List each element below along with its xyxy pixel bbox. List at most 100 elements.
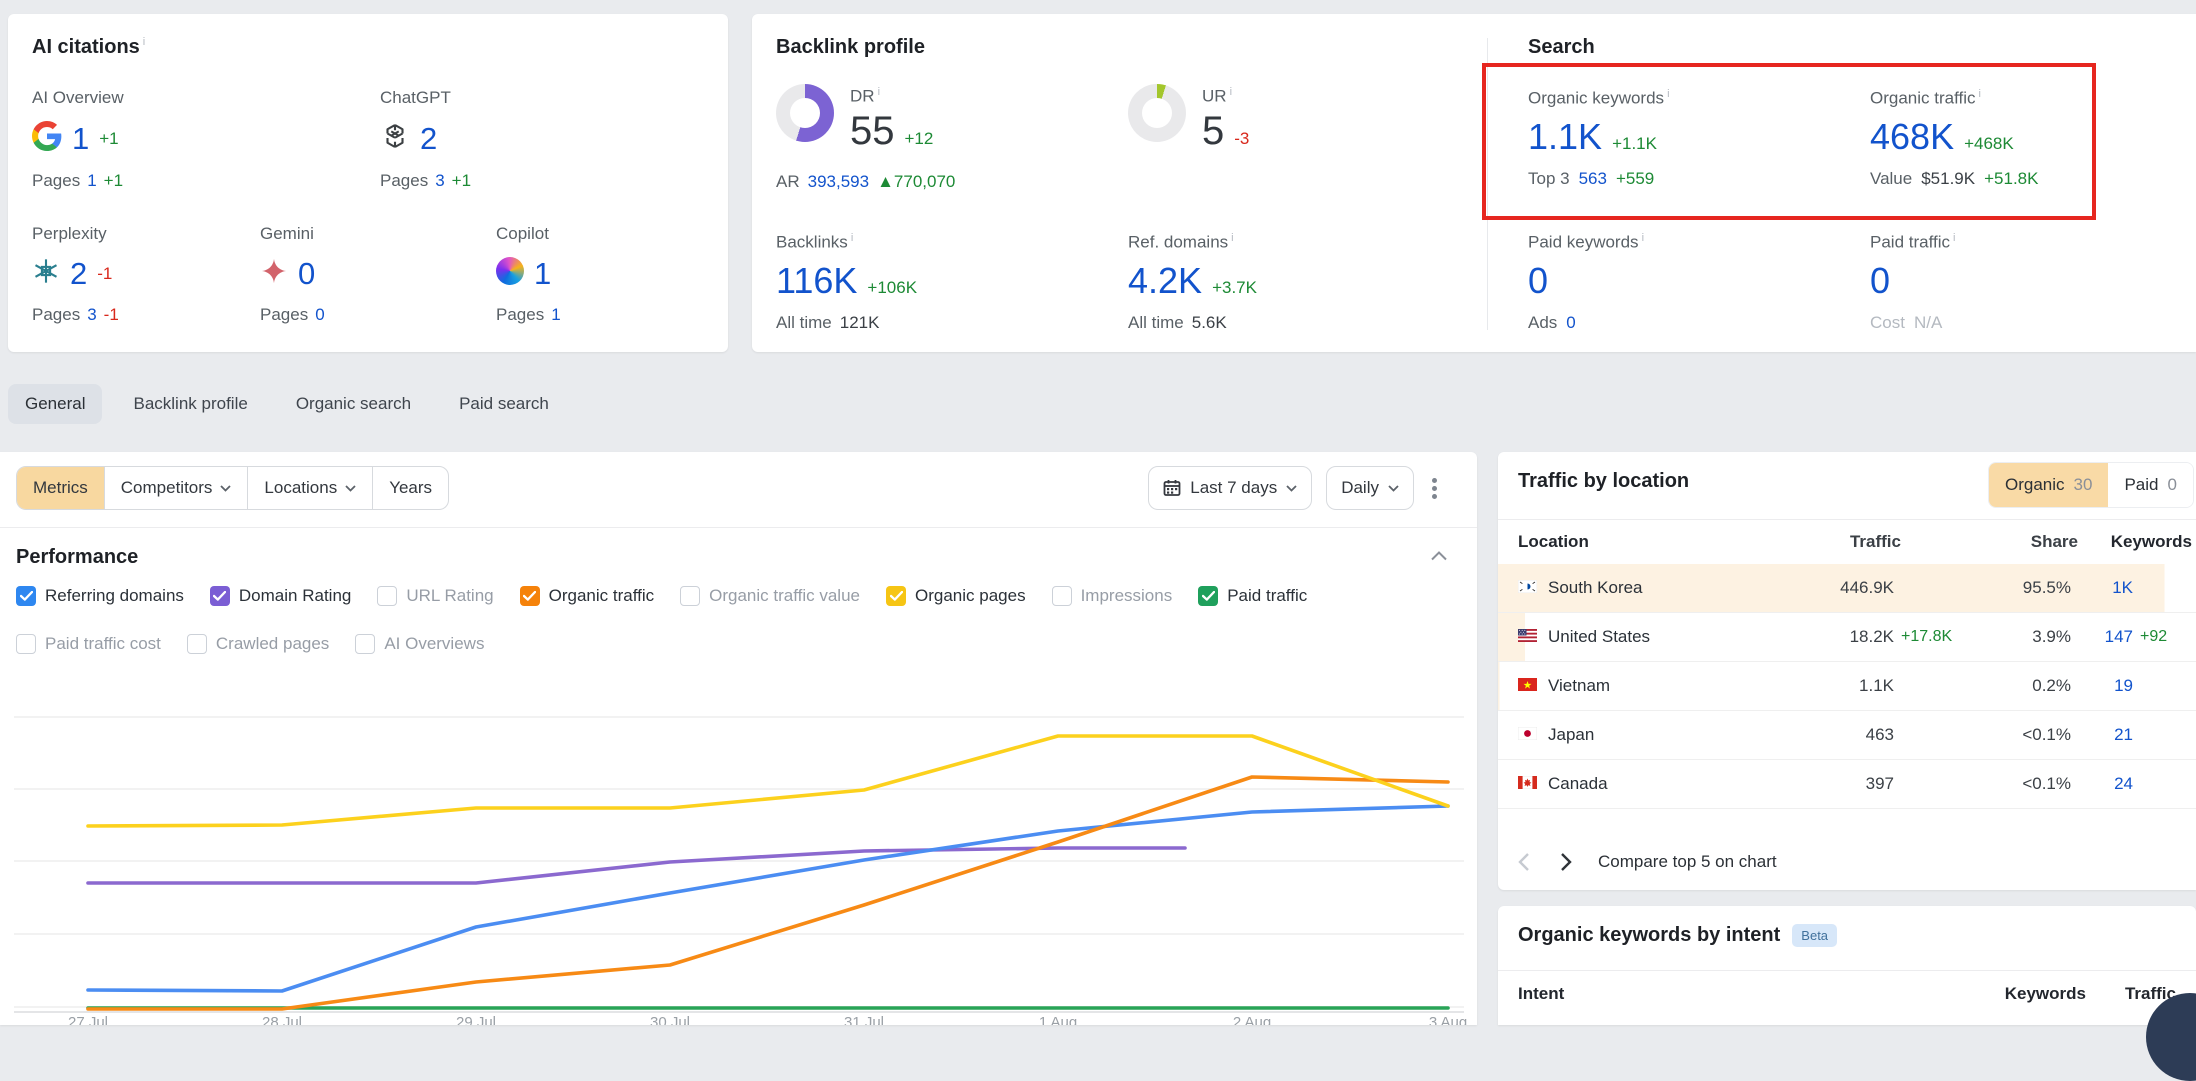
chevron-down-icon — [1286, 485, 1297, 492]
segment-years[interactable]: Years — [372, 467, 448, 509]
overview-tabs: General Backlink profile Organic search Pai… — [8, 384, 566, 424]
keywords-count[interactable]: 24 — [2071, 774, 2133, 794]
tab-backlink-profile[interactable]: Backlink profile — [116, 384, 264, 424]
metric-toggle-crawled-pages[interactable]: Crawled pages — [187, 634, 329, 654]
keywords-count[interactable]: 147 — [2071, 627, 2133, 647]
copilot-count[interactable]: 1 — [534, 258, 551, 289]
traffic-by-location-title: Traffic by location — [1518, 470, 1689, 493]
info-icon[interactable]: i — [1231, 232, 1233, 244]
info-icon[interactable]: i — [1953, 232, 1955, 244]
info-icon[interactable]: i — [878, 86, 880, 98]
metric-toggle-paid-traffic-cost[interactable]: Paid traffic cost — [16, 634, 161, 654]
flag-icon-ca — [1518, 774, 1537, 794]
performance-title: Performance — [16, 546, 138, 569]
metric-toggle-ai-overviews[interactable]: AI Overviews — [355, 634, 484, 654]
pages-count[interactable]: 3 — [87, 305, 96, 325]
location-name: South Korea — [1548, 578, 1643, 598]
location-table-header: Location Traffic Share Keywords — [1518, 532, 2192, 552]
beta-badge: Beta — [1792, 924, 1837, 947]
x-axis-label: 30 Jul — [650, 1014, 690, 1025]
collapse-chevron-icon[interactable] — [1431, 548, 1447, 566]
keywords-count[interactable]: 21 — [2071, 725, 2133, 745]
url-rating-donut — [1128, 84, 1186, 142]
metric-toggle-organic-traffic[interactable]: Organic traffic — [520, 586, 655, 606]
ai-tile-chatgpt: ChatGPT 2 Pages3+1 — [380, 88, 471, 191]
perplexity-icon — [32, 257, 60, 290]
chevron-down-icon — [220, 485, 231, 492]
compare-top5-link[interactable]: Compare top 5 on chart — [1598, 852, 1777, 872]
pages-count[interactable]: 0 — [315, 305, 324, 325]
date-range-button[interactable]: Last 7 days — [1148, 466, 1312, 510]
search-title: Search — [1528, 36, 1595, 59]
domain-rating-donut — [776, 84, 834, 142]
ai-tile-perplexity: Perplexity 2 -1 Pages3-1 — [32, 224, 119, 325]
segment-metrics[interactable]: Metrics — [17, 467, 104, 509]
unchecked-checkbox-icon — [187, 634, 207, 654]
ai-tile-ai-overview: AI Overview 1 +1 Pages1+1 — [32, 88, 124, 191]
location-row-south-korea[interactable]: South Korea 446.9K 95.5%1K — [1498, 564, 2196, 613]
ads-value[interactable]: 0 — [1566, 313, 1575, 333]
pages-count[interactable]: 3 — [435, 171, 444, 191]
traffic-value: 463 — [1789, 725, 1894, 745]
ai-citations-title: AI citationsi — [32, 36, 145, 59]
ref-domains-value[interactable]: 4.2K — [1128, 263, 1202, 299]
info-icon[interactable]: i — [1642, 232, 1644, 244]
segment-locations[interactable]: Locations — [247, 467, 372, 509]
share-value: 3.9% — [1979, 627, 2071, 647]
openai-icon — [380, 121, 410, 156]
pages-count[interactable]: 1 — [551, 305, 560, 325]
keywords-count[interactable]: 1K — [2071, 578, 2133, 598]
next-page-icon[interactable] — [1560, 852, 1572, 872]
metric-toggle-url-rating[interactable]: URL Rating — [377, 586, 493, 606]
location-row-canada[interactable]: Canada397<0.1%24 — [1498, 760, 2196, 809]
traffic-value: 446.9K — [1789, 578, 1894, 598]
traffic-delta: +17.8K — [1894, 628, 1979, 646]
chatgpt-count[interactable]: 2 — [420, 123, 437, 154]
pages-count[interactable]: 1 — [87, 171, 96, 191]
unchecked-checkbox-icon — [16, 634, 36, 654]
performance-line-chart[interactable]: 27 Jul28 Jul29 Jul30 Jul31 Jul1 Aug2 Aug… — [0, 660, 1477, 1025]
tab-paid-search[interactable]: Paid search — [442, 384, 566, 424]
paid-traffic-value[interactable]: 0 — [1870, 260, 1890, 301]
metric-toggle-impressions[interactable]: Impressions — [1052, 586, 1173, 606]
gemini-count[interactable]: 0 — [298, 258, 315, 289]
metric-toggle-organic-pages[interactable]: Organic pages — [886, 586, 1026, 606]
toggle-organic[interactable]: Organic30 — [1989, 463, 2108, 507]
location-row-vietnam[interactable]: Vietnam1.1K0.2%19 — [1498, 662, 2196, 711]
perplexity-count[interactable]: 2 — [70, 258, 87, 289]
organic-paid-toggle: Organic30 Paid0 — [1988, 462, 2194, 508]
share-value: <0.1% — [1979, 725, 2071, 745]
ai-overview-count[interactable]: 1 — [72, 123, 89, 154]
keywords-count[interactable]: 19 — [2071, 676, 2133, 696]
traffic-value: 397 — [1789, 774, 1894, 794]
more-options-icon[interactable] — [1428, 474, 1441, 503]
info-icon[interactable]: i — [1230, 86, 1232, 98]
metric-toggles-row-2: Paid traffic cost Crawled pages AI Overvie… — [16, 634, 484, 654]
backlinks-value[interactable]: 116K — [776, 263, 857, 299]
ai-tile-copilot: Copilot 1 Pages1 — [496, 224, 561, 325]
prev-page-icon[interactable] — [1518, 852, 1530, 872]
location-row-united-states[interactable]: United States18.2K+17.8K3.9%147+92 — [1498, 613, 2196, 662]
divider — [1498, 970, 2196, 971]
tab-general[interactable]: General — [8, 384, 102, 424]
x-axis-label: 31 Jul — [844, 1014, 884, 1025]
tab-organic-search[interactable]: Organic search — [279, 384, 428, 424]
info-icon[interactable]: i — [851, 232, 853, 244]
toggle-paid[interactable]: Paid0 — [2108, 463, 2193, 507]
flag-icon-vn — [1518, 676, 1537, 696]
info-icon[interactable]: i — [143, 36, 145, 48]
location-name: Vietnam — [1548, 676, 1610, 696]
keywords-by-intent-title: Organic keywords by intent — [1518, 924, 1780, 947]
seo-dashboard: { "colors":{"accent_orange":"#f8d8a0","a… — [0, 0, 2196, 1025]
metric-toggle-paid-traffic[interactable]: Paid traffic — [1198, 586, 1307, 606]
metric-toggle-referring-domains[interactable]: Referring domains — [16, 586, 184, 606]
paid-keywords-value[interactable]: 0 — [1528, 260, 1548, 301]
metric-toggle-organic-traffic-value[interactable]: Organic traffic value — [680, 586, 860, 606]
location-table-body: South Korea 446.9K 95.5%1K United States18.… — [1498, 564, 2196, 809]
granularity-button[interactable]: Daily — [1326, 466, 1414, 510]
metric-toggle-domain-rating[interactable]: Domain Rating — [210, 586, 351, 606]
segment-competitors[interactable]: Competitors — [104, 467, 248, 509]
share-value: 95.5% — [1979, 578, 2071, 598]
ar-value[interactable]: 393,593 — [808, 172, 869, 192]
location-row-japan[interactable]: Japan463<0.1%21 — [1498, 711, 2196, 760]
